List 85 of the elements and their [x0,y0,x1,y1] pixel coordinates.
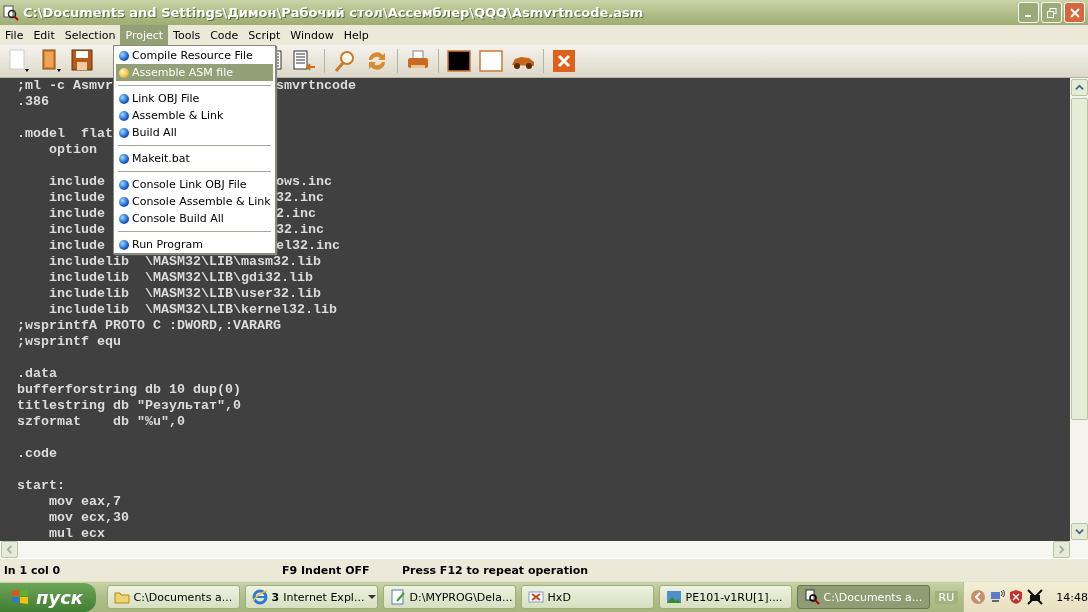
code-line: ;wsprintf equ [17,334,121,350]
menu-item[interactable]: Selection [59,25,121,45]
crossed-plug-icon[interactable] [1027,589,1044,605]
code-line: ;wsprintfA PROTO C :DWORD,:VARARG [17,318,281,334]
code-line: start: [17,478,65,494]
code-line: ;ml -c Asmvr [17,78,113,94]
code-line: includelib \MASM32\LIB\kernel32.lib [48,302,337,318]
menu-item[interactable]: Edit [28,25,60,45]
menu-item[interactable]: Makeit.bat [116,150,273,167]
menu-item[interactable]: Run Program [116,236,273,253]
code-line: titlestring db "Результат",0 [17,398,241,414]
status-hint: Press F12 to repeat operation [402,563,589,577]
cursor-position: ln 1 col 0 [3,563,62,577]
code-line: includelib \MASM32\LIB\user32.lib [48,286,321,302]
menu-item[interactable]: Help [338,25,374,45]
code-line: 32.inc [275,222,324,238]
code-line: .code [17,446,57,462]
menu-item[interactable]: File [0,25,29,45]
taskbar-button[interactable]: 3 Internet Expl... [244,585,378,609]
code-line: bufferforstring db 10 dup(0) [17,382,241,398]
folder-icon [113,589,130,605]
window-title: C:\Documents and Settings\Димон\Рабочий стол\Ассемблер\QQQ\Asmvrtncode.asm [23,5,645,20]
network-computer-icon[interactable] [989,589,1006,605]
code-line: include [48,206,105,222]
code-line: smvrtncode [275,78,356,94]
maximize-button[interactable] [1041,2,1062,23]
menu-item[interactable]: Tools [168,25,206,45]
vertical-scrollbar[interactable] [1070,78,1088,541]
code-line: mov ecx,30 [48,510,129,526]
code-line: .model flat [17,126,113,142]
close-button[interactable] [1064,2,1085,23]
code-line: mov eax,7 [48,494,121,510]
code-line: .data [17,366,57,382]
code-line: include [48,238,105,254]
chevron-left-icon[interactable] [970,589,987,605]
code-line: include [48,222,105,238]
code-line: mul ecx [48,526,105,541]
minimize-icon [1024,14,1031,17]
menu-item[interactable]: Script [243,25,286,45]
terminal-window-icon[interactable] [447,48,471,74]
taskbar-button[interactable]: C:\Documents a... [106,585,240,609]
code-line: ows.inc [275,174,332,190]
close-icon [1069,7,1080,18]
image-icon [665,589,682,605]
restore-icon [1046,7,1057,18]
indent-status: F9 Indent OFF [282,563,371,577]
save-floppy-icon[interactable] [70,48,94,74]
close-icon[interactable] [552,48,576,74]
menu-item[interactable]: Assemble & Link [116,107,273,124]
code-editor[interactable] [0,78,1070,541]
minimize-button[interactable] [1018,2,1039,23]
notepad-icon [389,589,406,605]
horizontal-scrollbar[interactable] [0,541,1088,558]
code-line: .386 [17,94,49,110]
menu-item[interactable]: Link OBJ File [116,90,273,107]
search-icon[interactable] [333,48,357,74]
magnifier-icon [3,4,19,21]
taskbar-button[interactable]: PE101-v1RU[1].... [658,585,792,609]
caret-icon [368,595,377,599]
shield-icon[interactable] [1008,589,1025,605]
windows-logo-icon [10,587,30,607]
code-line: 2.inc [275,206,316,222]
hex-editor-icon [527,589,544,605]
code-line: el32.inc [275,238,340,254]
code-line: 32.inc [275,190,324,206]
code-line: szformat db "%u",0 [17,414,185,430]
start-button[interactable]: пуск [0,582,96,612]
code-line: option [48,142,97,158]
taskbar-button[interactable]: HxD [520,585,654,609]
menu-item[interactable]: Code [205,25,244,45]
code-line: includelib \MASM32\LIB\masm32.lib [48,254,321,270]
menu-item[interactable]: Compile Resource File [116,47,273,64]
taskbar-button[interactable]: D:\MYPROG\Dela... [382,585,516,609]
code-line: include [48,174,105,190]
menu-item[interactable]: Console Assemble & Link [116,193,273,210]
menu-item[interactable]: Console Build All [116,210,273,227]
clock: 14:48 [1056,590,1088,604]
menu-item[interactable]: Window [285,25,339,45]
code-line: includelib \MASM32\LIB\gdi32.lib [48,270,313,286]
blank-window-icon[interactable] [479,48,503,74]
code-line: include [48,190,105,206]
menu-item[interactable]: Build All [116,124,273,141]
menu-item[interactable]: Console Link OBJ File [116,176,273,193]
browser-icon [251,589,268,605]
magnifier-icon [803,589,820,605]
